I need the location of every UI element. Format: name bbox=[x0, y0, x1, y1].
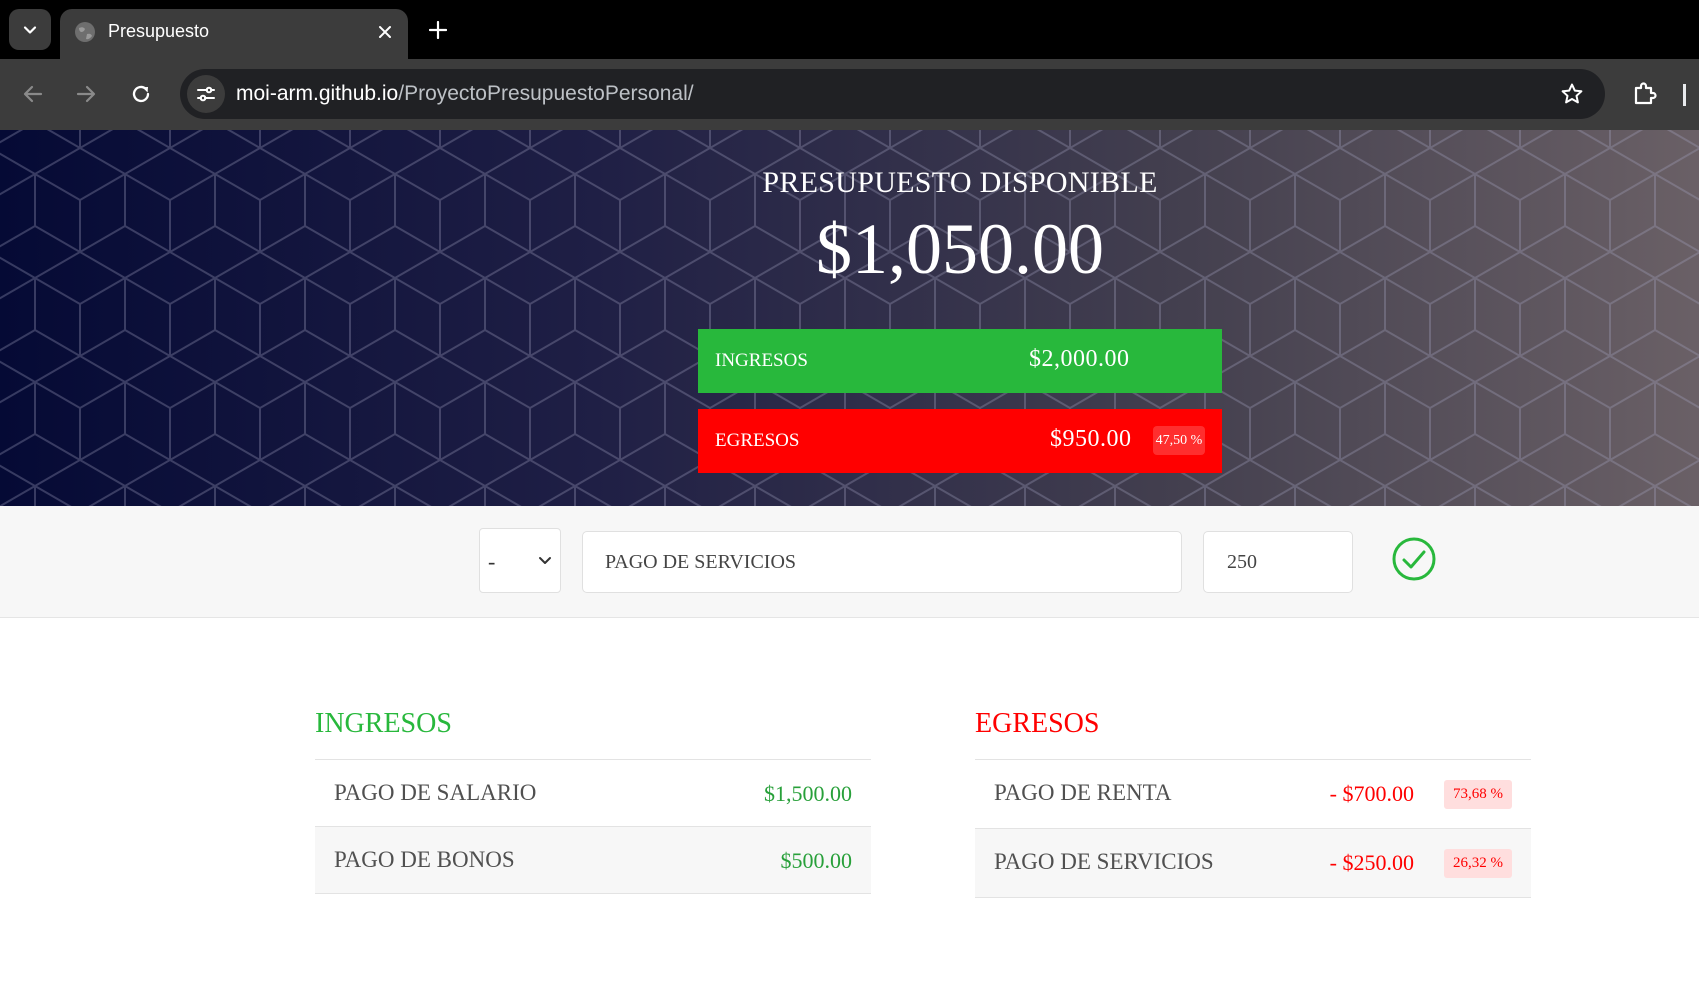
star-icon bbox=[1561, 83, 1583, 104]
expense-item[interactable]: PAGO DE SERVICIOS - $250.00 26,32 % bbox=[975, 829, 1531, 898]
tune-icon bbox=[197, 86, 215, 102]
expense-item-percentage: 26,32 % bbox=[1444, 849, 1512, 878]
description-input[interactable] bbox=[582, 531, 1182, 593]
income-item-description: PAGO DE BONOS bbox=[334, 847, 515, 872]
plus-icon bbox=[429, 21, 447, 39]
income-item[interactable]: PAGO DE SALARIO $1,500.00 bbox=[315, 760, 871, 827]
close-tab-button[interactable] bbox=[374, 21, 396, 43]
income-list: INGRESOS PAGO DE SALARIO $1,500.00 PAGO … bbox=[315, 700, 871, 894]
forward-button[interactable] bbox=[71, 79, 101, 109]
expense-summary: EGRESOS $950.00 47,50 % bbox=[698, 409, 1222, 473]
menu-divider bbox=[1683, 84, 1686, 106]
income-summary-label: INGRESOS bbox=[715, 350, 808, 371]
arrow-right-icon bbox=[76, 85, 96, 103]
income-item-description: PAGO DE SALARIO bbox=[334, 780, 537, 805]
close-icon bbox=[379, 26, 391, 38]
address-bar[interactable]: moi-arm.github.io/ProyectoPresupuestoPer… bbox=[180, 69, 1605, 119]
expense-percentage-badge: 47,50 % bbox=[1153, 426, 1205, 455]
expense-summary-label: EGRESOS bbox=[715, 430, 800, 451]
expense-item-percentage: 73,68 % bbox=[1444, 780, 1512, 809]
new-tab-button[interactable] bbox=[424, 16, 452, 44]
bookmark-star-button[interactable] bbox=[1559, 81, 1585, 107]
chevron-down-icon bbox=[539, 557, 551, 564]
extensions-button[interactable] bbox=[1630, 78, 1660, 108]
browser-tab[interactable]: Presupuesto bbox=[60, 9, 408, 59]
browser-toolbar: moi-arm.github.io/ProyectoPresupuestoPer… bbox=[0, 59, 1699, 130]
site-info-button[interactable] bbox=[187, 75, 225, 113]
available-budget-value: $1,050.00 bbox=[816, 209, 1104, 289]
amount-input[interactable] bbox=[1203, 531, 1353, 593]
income-item[interactable]: PAGO DE BONOS $500.00 bbox=[315, 827, 871, 894]
puzzle-icon bbox=[1634, 82, 1657, 105]
globe-icon bbox=[75, 22, 95, 42]
available-budget-title: PRESUPUESTO DISPONIBLE bbox=[762, 166, 1158, 199]
budget-header: PRESUPUESTO DISPONIBLE $1,050.00 INGRESO… bbox=[0, 130, 1699, 506]
income-summary-value: $2,000.00 bbox=[1029, 346, 1130, 372]
expense-list: EGRESOS PAGO DE RENTA - $700.00 73,68 % … bbox=[975, 700, 1531, 898]
expense-list-title: EGRESOS bbox=[975, 700, 1531, 760]
check-circle-icon bbox=[1392, 537, 1436, 581]
expense-item-description: PAGO DE RENTA bbox=[994, 780, 1172, 805]
tab-search-button[interactable] bbox=[9, 9, 51, 50]
income-list-title: INGRESOS bbox=[315, 700, 871, 760]
income-item-amount: $500.00 bbox=[780, 848, 853, 873]
expense-item[interactable]: PAGO DE RENTA - $700.00 73,68 % bbox=[975, 760, 1531, 829]
type-select-value: - bbox=[488, 549, 496, 574]
expense-item-amount: - $700.00 bbox=[1329, 781, 1414, 806]
url-text: moi-arm.github.io/ProyectoPresupuestoPer… bbox=[236, 82, 694, 106]
expense-summary-value: $950.00 bbox=[1050, 426, 1132, 452]
reload-icon bbox=[132, 85, 150, 103]
arrow-left-icon bbox=[23, 85, 43, 103]
url-path: /ProyectoPresupuestoPersonal/ bbox=[398, 82, 694, 105]
add-entry-bar: - bbox=[0, 506, 1699, 618]
reload-button[interactable] bbox=[126, 79, 156, 109]
type-select[interactable]: - bbox=[479, 528, 561, 593]
expense-item-description: PAGO DE SERVICIOS bbox=[994, 849, 1214, 874]
income-summary: INGRESOS $2,000.00 bbox=[698, 329, 1222, 393]
expense-item-amount: - $250.00 bbox=[1329, 850, 1414, 875]
tab-title: Presupuesto bbox=[108, 21, 210, 41]
browser-tab-strip: Presupuesto bbox=[0, 0, 1699, 59]
add-entry-button[interactable] bbox=[1391, 536, 1437, 582]
income-item-amount: $1,500.00 bbox=[764, 781, 852, 806]
chevron-down-icon bbox=[23, 25, 37, 34]
back-button[interactable] bbox=[18, 79, 48, 109]
url-host: moi-arm.github.io bbox=[236, 82, 399, 105]
